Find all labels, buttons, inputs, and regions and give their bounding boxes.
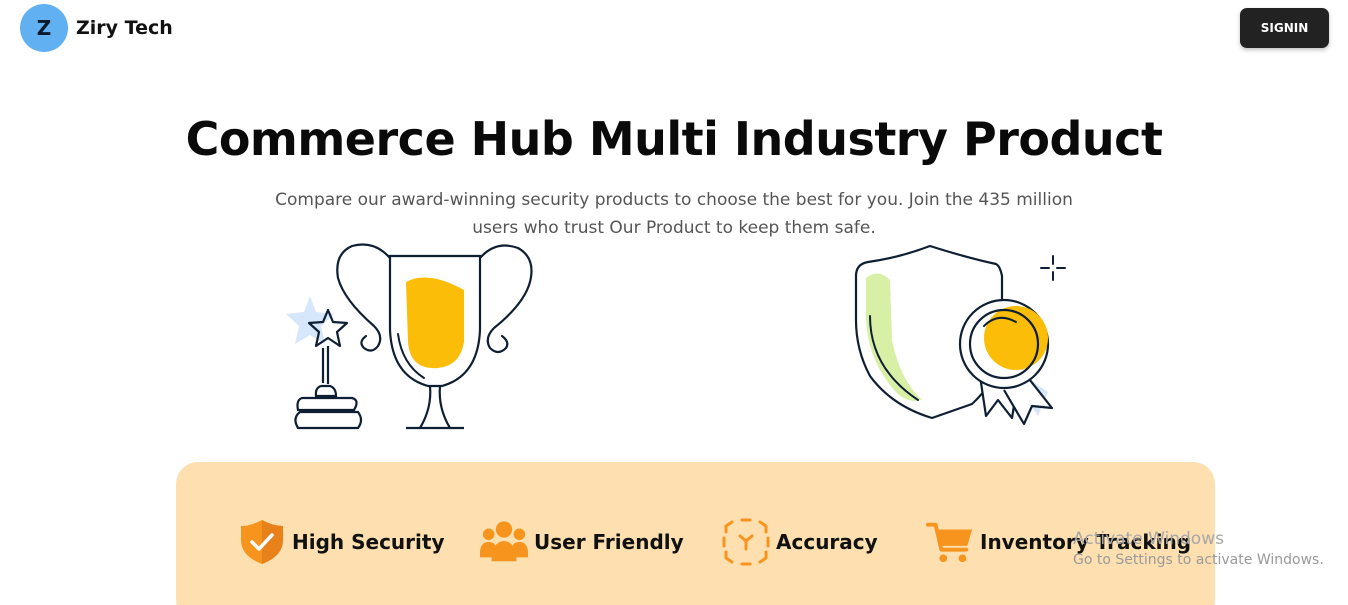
- brand-name[interactable]: Ziry Tech: [76, 17, 173, 39]
- trophy-icon: [278, 238, 540, 438]
- features-band: High Security User Friendly Accuracy Inv…: [176, 462, 1215, 605]
- brand-logo[interactable]: Z: [20, 4, 68, 52]
- cart-icon: [926, 518, 974, 566]
- watermark-title: Activate Windows: [1073, 529, 1224, 549]
- feature-high-security: High Security: [238, 518, 445, 566]
- brand[interactable]: Z Ziry Tech: [20, 4, 173, 52]
- watermark-subtitle: Go to Settings to activate Windows.: [1073, 552, 1324, 568]
- feature-label: User Friendly: [534, 530, 684, 554]
- signin-button[interactable]: SIGNIN: [1240, 8, 1329, 48]
- target-icon: [722, 518, 770, 566]
- shield-check-icon: [238, 518, 286, 566]
- feature-label: Accuracy: [776, 530, 878, 554]
- feature-label: High Security: [292, 530, 445, 554]
- page: Z Ziry Tech SIGNIN Commerce Hub Multi In…: [0, 0, 1348, 605]
- users-icon: [480, 518, 528, 566]
- feature-accuracy: Accuracy: [722, 518, 878, 566]
- feature-user-friendly: User Friendly: [480, 518, 684, 566]
- activation-watermark: Activate Windows Go to Settings to activ…: [1073, 529, 1324, 568]
- shield-badge-icon: [848, 240, 1068, 434]
- page-title: Commerce Hub Multi Industry Product: [185, 112, 1163, 166]
- page-subtitle: Compare our award-winning security produ…: [275, 190, 1073, 238]
